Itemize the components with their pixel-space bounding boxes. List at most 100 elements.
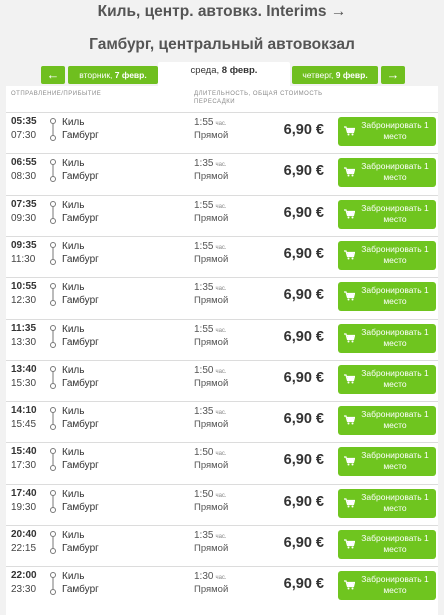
trip-price: 6,90 € — [283, 452, 324, 469]
arrival-time: 22:15 — [11, 543, 37, 554]
trip-price: 6,90 € — [283, 122, 324, 138]
book-seat-button[interactable]: Забронировать 1 место — [338, 571, 436, 601]
cart-icon — [344, 167, 355, 177]
next-day-weekday: четверг, — [302, 70, 334, 80]
arrival-time: 07:30 — [11, 130, 37, 141]
trip-price: 6,90 € — [283, 287, 324, 304]
origin-city: Киль — [62, 530, 85, 541]
route-dots-icon — [50, 365, 56, 389]
destination-city: Гамбург — [62, 460, 99, 472]
book-seat-button[interactable]: Забронировать 1 место — [338, 199, 436, 229]
tab-next-day[interactable]: четверг, 9 февр. — [292, 66, 378, 84]
day-selector: ← вторник, 7 февр. среда, 8 февр. четвер… — [6, 62, 438, 89]
duration-value: 1:55 — [194, 199, 214, 211]
trip-price: 6,90 € — [283, 493, 324, 510]
duration-unit: час. — [215, 162, 227, 169]
book-seat-button[interactable]: Забронировать 1 место — [338, 488, 436, 518]
departure-time: 22:00 — [11, 570, 37, 582]
trip-price: 6,90 € — [283, 245, 324, 262]
trip-row: 13:40 15:30 Киль Гамбург 1:50 час. Прямой 6,90 … — [6, 359, 438, 401]
trip-type: Прямой — [194, 501, 229, 513]
destination-city: Гамбург — [62, 295, 99, 307]
arrival-time: 23:30 — [11, 584, 37, 596]
trip-duration: 1:50 час. — [194, 447, 227, 458]
duration-value: 1:50 — [194, 447, 214, 459]
tab-prev-day[interactable]: вторник, 7 февр. — [68, 66, 158, 84]
trip-duration: 1:50 час. — [194, 365, 227, 376]
trip-price: 6,90 € — [283, 328, 324, 345]
trip-price: 6,90 € — [283, 535, 324, 551]
book-seat-label: Забронировать 1 место — [361, 243, 429, 265]
cart-icon — [344, 498, 355, 508]
trip-duration: 1:55 час. — [194, 241, 227, 252]
book-seat-label: Забронировать 1 место — [361, 367, 429, 389]
trip-duration: 1:55 час. — [194, 324, 227, 335]
trip-price: 6,90 € — [283, 576, 324, 593]
next-day-arrow-button[interactable]: → — [381, 66, 405, 84]
origin-city: Киль — [62, 571, 85, 583]
duration-unit: час. — [215, 121, 227, 127]
tab-current-day[interactable]: среда, 8 февр. — [158, 62, 290, 89]
book-seat-button[interactable]: Забронировать 1 место — [338, 530, 436, 559]
prev-day-date: 7 февр. — [114, 70, 147, 80]
arrival-time: 11:30 — [11, 253, 36, 265]
cart-icon — [344, 126, 355, 136]
duration-unit: час. — [215, 410, 227, 417]
duration-value: 1:35 — [194, 406, 214, 418]
trip-price: 6,90 € — [283, 204, 324, 221]
book-seat-label: Забронировать 1 место — [361, 574, 429, 596]
trip-price: 6,90 € — [283, 163, 324, 180]
arrival-time: 13:30 — [11, 336, 37, 348]
duration-unit: час. — [215, 492, 227, 499]
book-seat-button[interactable]: Забронировать 1 место — [338, 282, 436, 312]
route-dots-icon — [50, 241, 56, 265]
trip-type: Прямой — [194, 419, 229, 431]
origin-city: Киль — [62, 158, 85, 170]
arrival-time: 15:30 — [11, 377, 37, 389]
departure-time: 17:40 — [11, 487, 37, 499]
departure-time: 09:35 — [11, 239, 37, 251]
column-header-duration: ДЛИТЕЛЬНОСТЬ, ОБЩАЯ СТОИМОСТЬ ПЕРЕСАДКИ — [194, 91, 323, 105]
duration-unit: час. — [215, 327, 227, 334]
arrival-time: 19:30 — [11, 501, 37, 513]
book-seat-button[interactable]: Забронировать 1 место — [338, 158, 436, 188]
duration-value: 1:55 — [194, 323, 214, 335]
book-seat-button[interactable]: Забронировать 1 место — [338, 447, 436, 477]
duration-value: 1:35 — [194, 282, 214, 294]
origin-city: Киль — [62, 364, 85, 376]
book-seat-button[interactable]: Забронировать 1 место — [338, 406, 436, 436]
trip-row: 06:55 08:30 Киль Гамбург 1:35 час. Прямой 6,90 … — [6, 153, 438, 194]
next-day-date: 9 февр. — [335, 70, 368, 80]
route-dots-icon — [50, 159, 56, 183]
route-dots-icon — [50, 200, 56, 224]
book-seat-label: Забронировать 1 место — [361, 285, 429, 307]
book-seat-label: Забронировать 1 место — [361, 326, 429, 348]
origin-city: Киль — [62, 240, 85, 252]
prev-day-arrow-button[interactable]: ← — [41, 66, 65, 84]
book-seat-button[interactable]: Забронировать 1 место — [338, 117, 436, 146]
book-seat-button[interactable]: Забронировать 1 место — [338, 323, 436, 353]
page-title-line2: Гамбург, центральный автовокзал — [89, 36, 355, 53]
arrival-time: 12:30 — [11, 295, 37, 307]
cart-icon — [344, 374, 355, 384]
origin-city: Киль — [62, 282, 85, 294]
route-dots-icon — [50, 324, 56, 348]
trip-duration: 1:55 час. — [194, 200, 227, 211]
column-header-departure: ОТПРАВЛЕНИЕ/ПРИБЫТИЕ — [11, 91, 102, 97]
route-dots-icon — [50, 448, 56, 472]
duration-value: 1:50 — [194, 364, 214, 376]
trip-row: 09:35 11:30 Киль Гамбург 1:55 час. Прямой 6,90 … — [6, 235, 438, 277]
trip-row: 10:55 12:30 Киль Гамбург 1:35 час. Прямой 6,90 … — [6, 277, 438, 318]
book-seat-button[interactable]: Забронировать 1 место — [338, 364, 436, 394]
trip-row: 20:40 22:15 Киль Гамбург 1:35 час. Прямой 6,90 … — [6, 525, 438, 566]
cart-icon — [344, 250, 355, 260]
trip-row: 15:40 17:30 Киль Гамбург 1:50 час. Прямой 6,90 … — [6, 442, 438, 483]
departure-time: 07:35 — [11, 198, 37, 210]
book-seat-button[interactable]: Забронировать 1 место — [338, 240, 436, 270]
trip-type: Прямой — [194, 295, 229, 307]
duration-unit: час. — [215, 203, 227, 210]
departure-time: 14:10 — [11, 405, 37, 417]
duration-unit: час. — [215, 575, 227, 582]
arrival-time: 09:30 — [11, 212, 37, 224]
cart-icon — [344, 456, 355, 466]
